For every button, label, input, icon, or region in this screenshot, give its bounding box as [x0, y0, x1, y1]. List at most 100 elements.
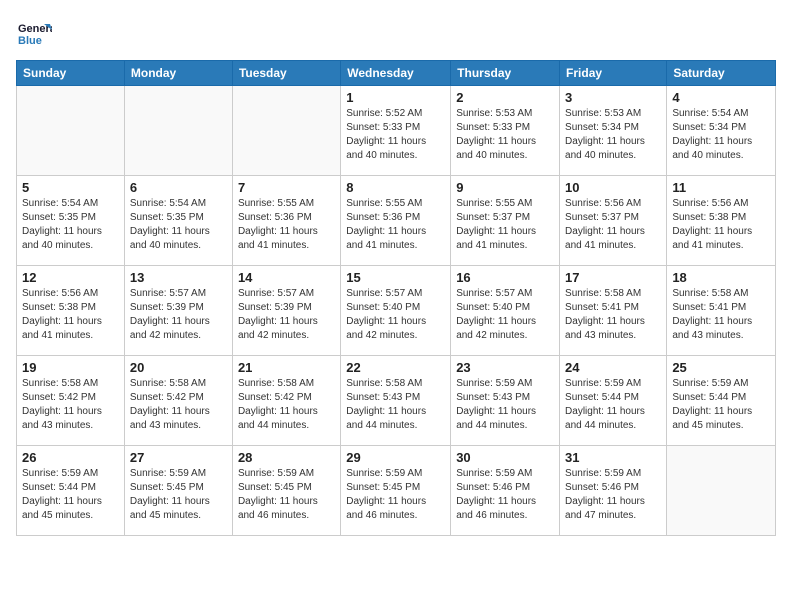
day-number: 7: [238, 180, 335, 195]
day-number: 20: [130, 360, 227, 375]
calendar-week-row: 1 Sunrise: 5:52 AM Sunset: 5:33 PM Daylig…: [17, 86, 776, 176]
day-number: 17: [565, 270, 661, 285]
day-number: 29: [346, 450, 445, 465]
calendar-week-row: 12 Sunrise: 5:56 AM Sunset: 5:38 PM Dayli…: [17, 266, 776, 356]
weekday-header: Monday: [124, 61, 232, 86]
day-detail: Sunrise: 5:59 AM Sunset: 5:46 PM Dayligh…: [456, 467, 554, 523]
day-number: 21: [238, 360, 335, 375]
day-number: 28: [238, 450, 335, 465]
calendar-cell: 10Sunrise: 5:56 AM Sunset: 5:37 PM Dayli…: [560, 176, 667, 266]
calendar-cell: [124, 86, 232, 176]
day-detail: Sunrise: 5:58 AM Sunset: 5:41 PM Dayligh…: [565, 287, 661, 343]
calendar-week-row: 26 Sunrise: 5:59 AM Sunset: 5:44 PM Dayli…: [17, 446, 776, 536]
day-number: 5: [22, 180, 119, 195]
day-detail: Sunrise: 5:59 AM Sunset: 5:45 PM Dayligh…: [346, 467, 445, 523]
day-detail: Sunrise: 5:59 AM Sunset: 5:45 PM Dayligh…: [130, 467, 227, 523]
day-detail: Sunrise: 5:59 AM Sunset: 5:46 PM Dayligh…: [565, 467, 661, 523]
day-number: 16: [456, 270, 554, 285]
day-detail: Sunrise: 5:58 AM Sunset: 5:43 PM Dayligh…: [346, 377, 445, 433]
day-detail: Sunrise: 5:52 AM Sunset: 5:33 PM Dayligh…: [346, 107, 445, 163]
day-detail: Sunrise: 5:58 AM Sunset: 5:42 PM Dayligh…: [22, 377, 119, 433]
calendar-cell: 11 Sunrise: 5:56 AM Sunset: 5:38 PM Dayli…: [667, 176, 776, 266]
day-number: 9: [456, 180, 554, 195]
day-number: 11: [672, 180, 770, 195]
day-detail: Sunrise: 5:57 AM Sunset: 5:40 PM Dayligh…: [456, 287, 554, 343]
day-detail: Sunrise: 5:59 AM Sunset: 5:43 PM Dayligh…: [456, 377, 554, 433]
day-number: 2: [456, 90, 554, 105]
day-number: 23: [456, 360, 554, 375]
calendar-cell: 4 Sunrise: 5:54 AM Sunset: 5:34 PM Daylig…: [667, 86, 776, 176]
day-detail: Sunrise: 5:53 AM Sunset: 5:34 PM Dayligh…: [565, 107, 661, 163]
calendar-cell: 19 Sunrise: 5:58 AM Sunset: 5:42 PM Dayli…: [17, 356, 125, 446]
day-number: 1: [346, 90, 445, 105]
day-detail: Sunrise: 5:57 AM Sunset: 5:40 PM Dayligh…: [346, 287, 445, 343]
day-number: 26: [22, 450, 119, 465]
weekday-header: Sunday: [17, 61, 125, 86]
day-number: 13: [130, 270, 227, 285]
calendar-cell: 29 Sunrise: 5:59 AM Sunset: 5:45 PM Dayli…: [341, 446, 451, 536]
calendar-cell: 20 Sunrise: 5:58 AM Sunset: 5:42 PM Dayli…: [124, 356, 232, 446]
day-detail: Sunrise: 5:56 AM Sunset: 5:37 PM Dayligh…: [565, 197, 661, 253]
calendar-cell: 28 Sunrise: 5:59 AM Sunset: 5:45 PM Dayli…: [232, 446, 340, 536]
day-detail: Sunrise: 5:56 AM Sunset: 5:38 PM Dayligh…: [672, 197, 770, 253]
day-number: 14: [238, 270, 335, 285]
calendar-cell: [667, 446, 776, 536]
calendar-cell: 26 Sunrise: 5:59 AM Sunset: 5:44 PM Dayli…: [17, 446, 125, 536]
svg-text:Blue: Blue: [18, 35, 42, 47]
calendar-cell: 17 Sunrise: 5:58 AM Sunset: 5:41 PM Dayli…: [560, 266, 667, 356]
day-detail: Sunrise: 5:55 AM Sunset: 5:37 PM Dayligh…: [456, 197, 554, 253]
day-detail: Sunrise: 5:57 AM Sunset: 5:39 PM Dayligh…: [130, 287, 227, 343]
day-detail: Sunrise: 5:58 AM Sunset: 5:42 PM Dayligh…: [130, 377, 227, 433]
day-detail: Sunrise: 5:53 AM Sunset: 5:33 PM Dayligh…: [456, 107, 554, 163]
calendar-cell: 23 Sunrise: 5:59 AM Sunset: 5:43 PM Dayli…: [451, 356, 560, 446]
weekday-header-row: SundayMondayTuesdayWednesdayThursdayFrid…: [17, 61, 776, 86]
calendar-cell: 15Sunrise: 5:57 AM Sunset: 5:40 PM Dayli…: [341, 266, 451, 356]
day-detail: Sunrise: 5:54 AM Sunset: 5:35 PM Dayligh…: [22, 197, 119, 253]
day-number: 8: [346, 180, 445, 195]
calendar-cell: 18Sunrise: 5:58 AM Sunset: 5:41 PM Dayli…: [667, 266, 776, 356]
calendar-cell: 7 Sunrise: 5:55 AM Sunset: 5:36 PM Daylig…: [232, 176, 340, 266]
calendar-cell: 12 Sunrise: 5:56 AM Sunset: 5:38 PM Dayli…: [17, 266, 125, 356]
calendar-cell: 13 Sunrise: 5:57 AM Sunset: 5:39 PM Dayli…: [124, 266, 232, 356]
day-detail: Sunrise: 5:59 AM Sunset: 5:45 PM Dayligh…: [238, 467, 335, 523]
day-number: 19: [22, 360, 119, 375]
day-detail: Sunrise: 5:58 AM Sunset: 5:42 PM Dayligh…: [238, 377, 335, 433]
day-detail: Sunrise: 5:57 AM Sunset: 5:39 PM Dayligh…: [238, 287, 335, 343]
calendar-cell: 3Sunrise: 5:53 AM Sunset: 5:34 PM Daylig…: [560, 86, 667, 176]
day-detail: Sunrise: 5:54 AM Sunset: 5:34 PM Dayligh…: [672, 107, 770, 163]
day-number: 30: [456, 450, 554, 465]
day-detail: Sunrise: 5:59 AM Sunset: 5:44 PM Dayligh…: [22, 467, 119, 523]
calendar-cell: 8Sunrise: 5:55 AM Sunset: 5:36 PM Daylig…: [341, 176, 451, 266]
calendar-cell: 21 Sunrise: 5:58 AM Sunset: 5:42 PM Dayli…: [232, 356, 340, 446]
calendar-cell: 31Sunrise: 5:59 AM Sunset: 5:46 PM Dayli…: [560, 446, 667, 536]
day-number: 25: [672, 360, 770, 375]
day-detail: Sunrise: 5:59 AM Sunset: 5:44 PM Dayligh…: [672, 377, 770, 433]
day-number: 22: [346, 360, 445, 375]
page-header: General Blue: [16, 16, 776, 52]
day-detail: Sunrise: 5:58 AM Sunset: 5:41 PM Dayligh…: [672, 287, 770, 343]
calendar-cell: [232, 86, 340, 176]
calendar-table: SundayMondayTuesdayWednesdayThursdayFrid…: [16, 60, 776, 536]
day-detail: Sunrise: 5:56 AM Sunset: 5:38 PM Dayligh…: [22, 287, 119, 343]
day-detail: Sunrise: 5:55 AM Sunset: 5:36 PM Dayligh…: [238, 197, 335, 253]
calendar-cell: [17, 86, 125, 176]
weekday-header: Saturday: [667, 61, 776, 86]
weekday-header: Tuesday: [232, 61, 340, 86]
calendar-cell: 25 Sunrise: 5:59 AM Sunset: 5:44 PM Dayli…: [667, 356, 776, 446]
logo-icon: General Blue: [16, 16, 52, 52]
calendar-week-row: 19 Sunrise: 5:58 AM Sunset: 5:42 PM Dayli…: [17, 356, 776, 446]
day-detail: Sunrise: 5:54 AM Sunset: 5:35 PM Dayligh…: [130, 197, 227, 253]
day-number: 12: [22, 270, 119, 285]
calendar-cell: 30 Sunrise: 5:59 AM Sunset: 5:46 PM Dayli…: [451, 446, 560, 536]
calendar-cell: 5 Sunrise: 5:54 AM Sunset: 5:35 PM Daylig…: [17, 176, 125, 266]
calendar-cell: 2 Sunrise: 5:53 AM Sunset: 5:33 PM Daylig…: [451, 86, 560, 176]
weekday-header: Friday: [560, 61, 667, 86]
weekday-header: Wednesday: [341, 61, 451, 86]
day-number: 6: [130, 180, 227, 195]
calendar-week-row: 5 Sunrise: 5:54 AM Sunset: 5:35 PM Daylig…: [17, 176, 776, 266]
day-number: 4: [672, 90, 770, 105]
calendar-cell: 9 Sunrise: 5:55 AM Sunset: 5:37 PM Daylig…: [451, 176, 560, 266]
calendar-cell: 14 Sunrise: 5:57 AM Sunset: 5:39 PM Dayli…: [232, 266, 340, 356]
calendar-cell: 24Sunrise: 5:59 AM Sunset: 5:44 PM Dayli…: [560, 356, 667, 446]
calendar-cell: 1 Sunrise: 5:52 AM Sunset: 5:33 PM Daylig…: [341, 86, 451, 176]
